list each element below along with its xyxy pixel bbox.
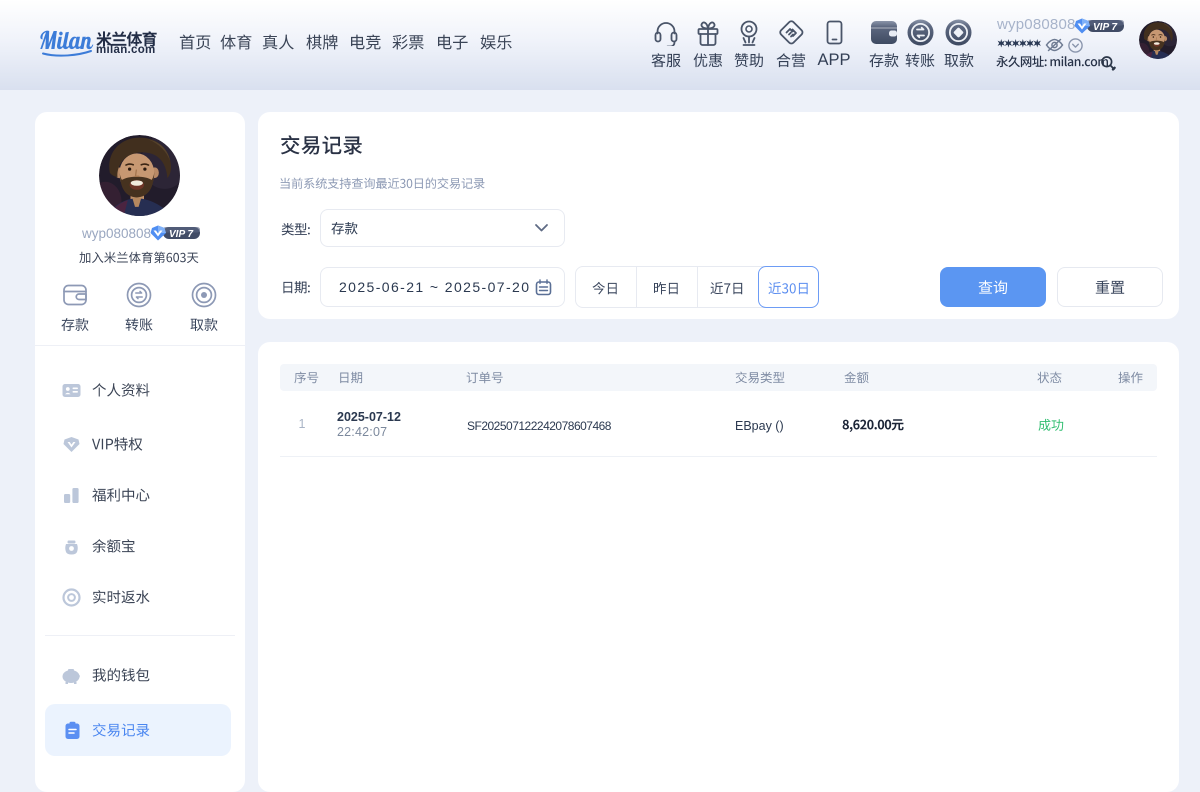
svg-text:VIP 7: VIP 7 xyxy=(169,229,194,240)
svg-text:VIP 7: VIP 7 xyxy=(1093,22,1118,33)
